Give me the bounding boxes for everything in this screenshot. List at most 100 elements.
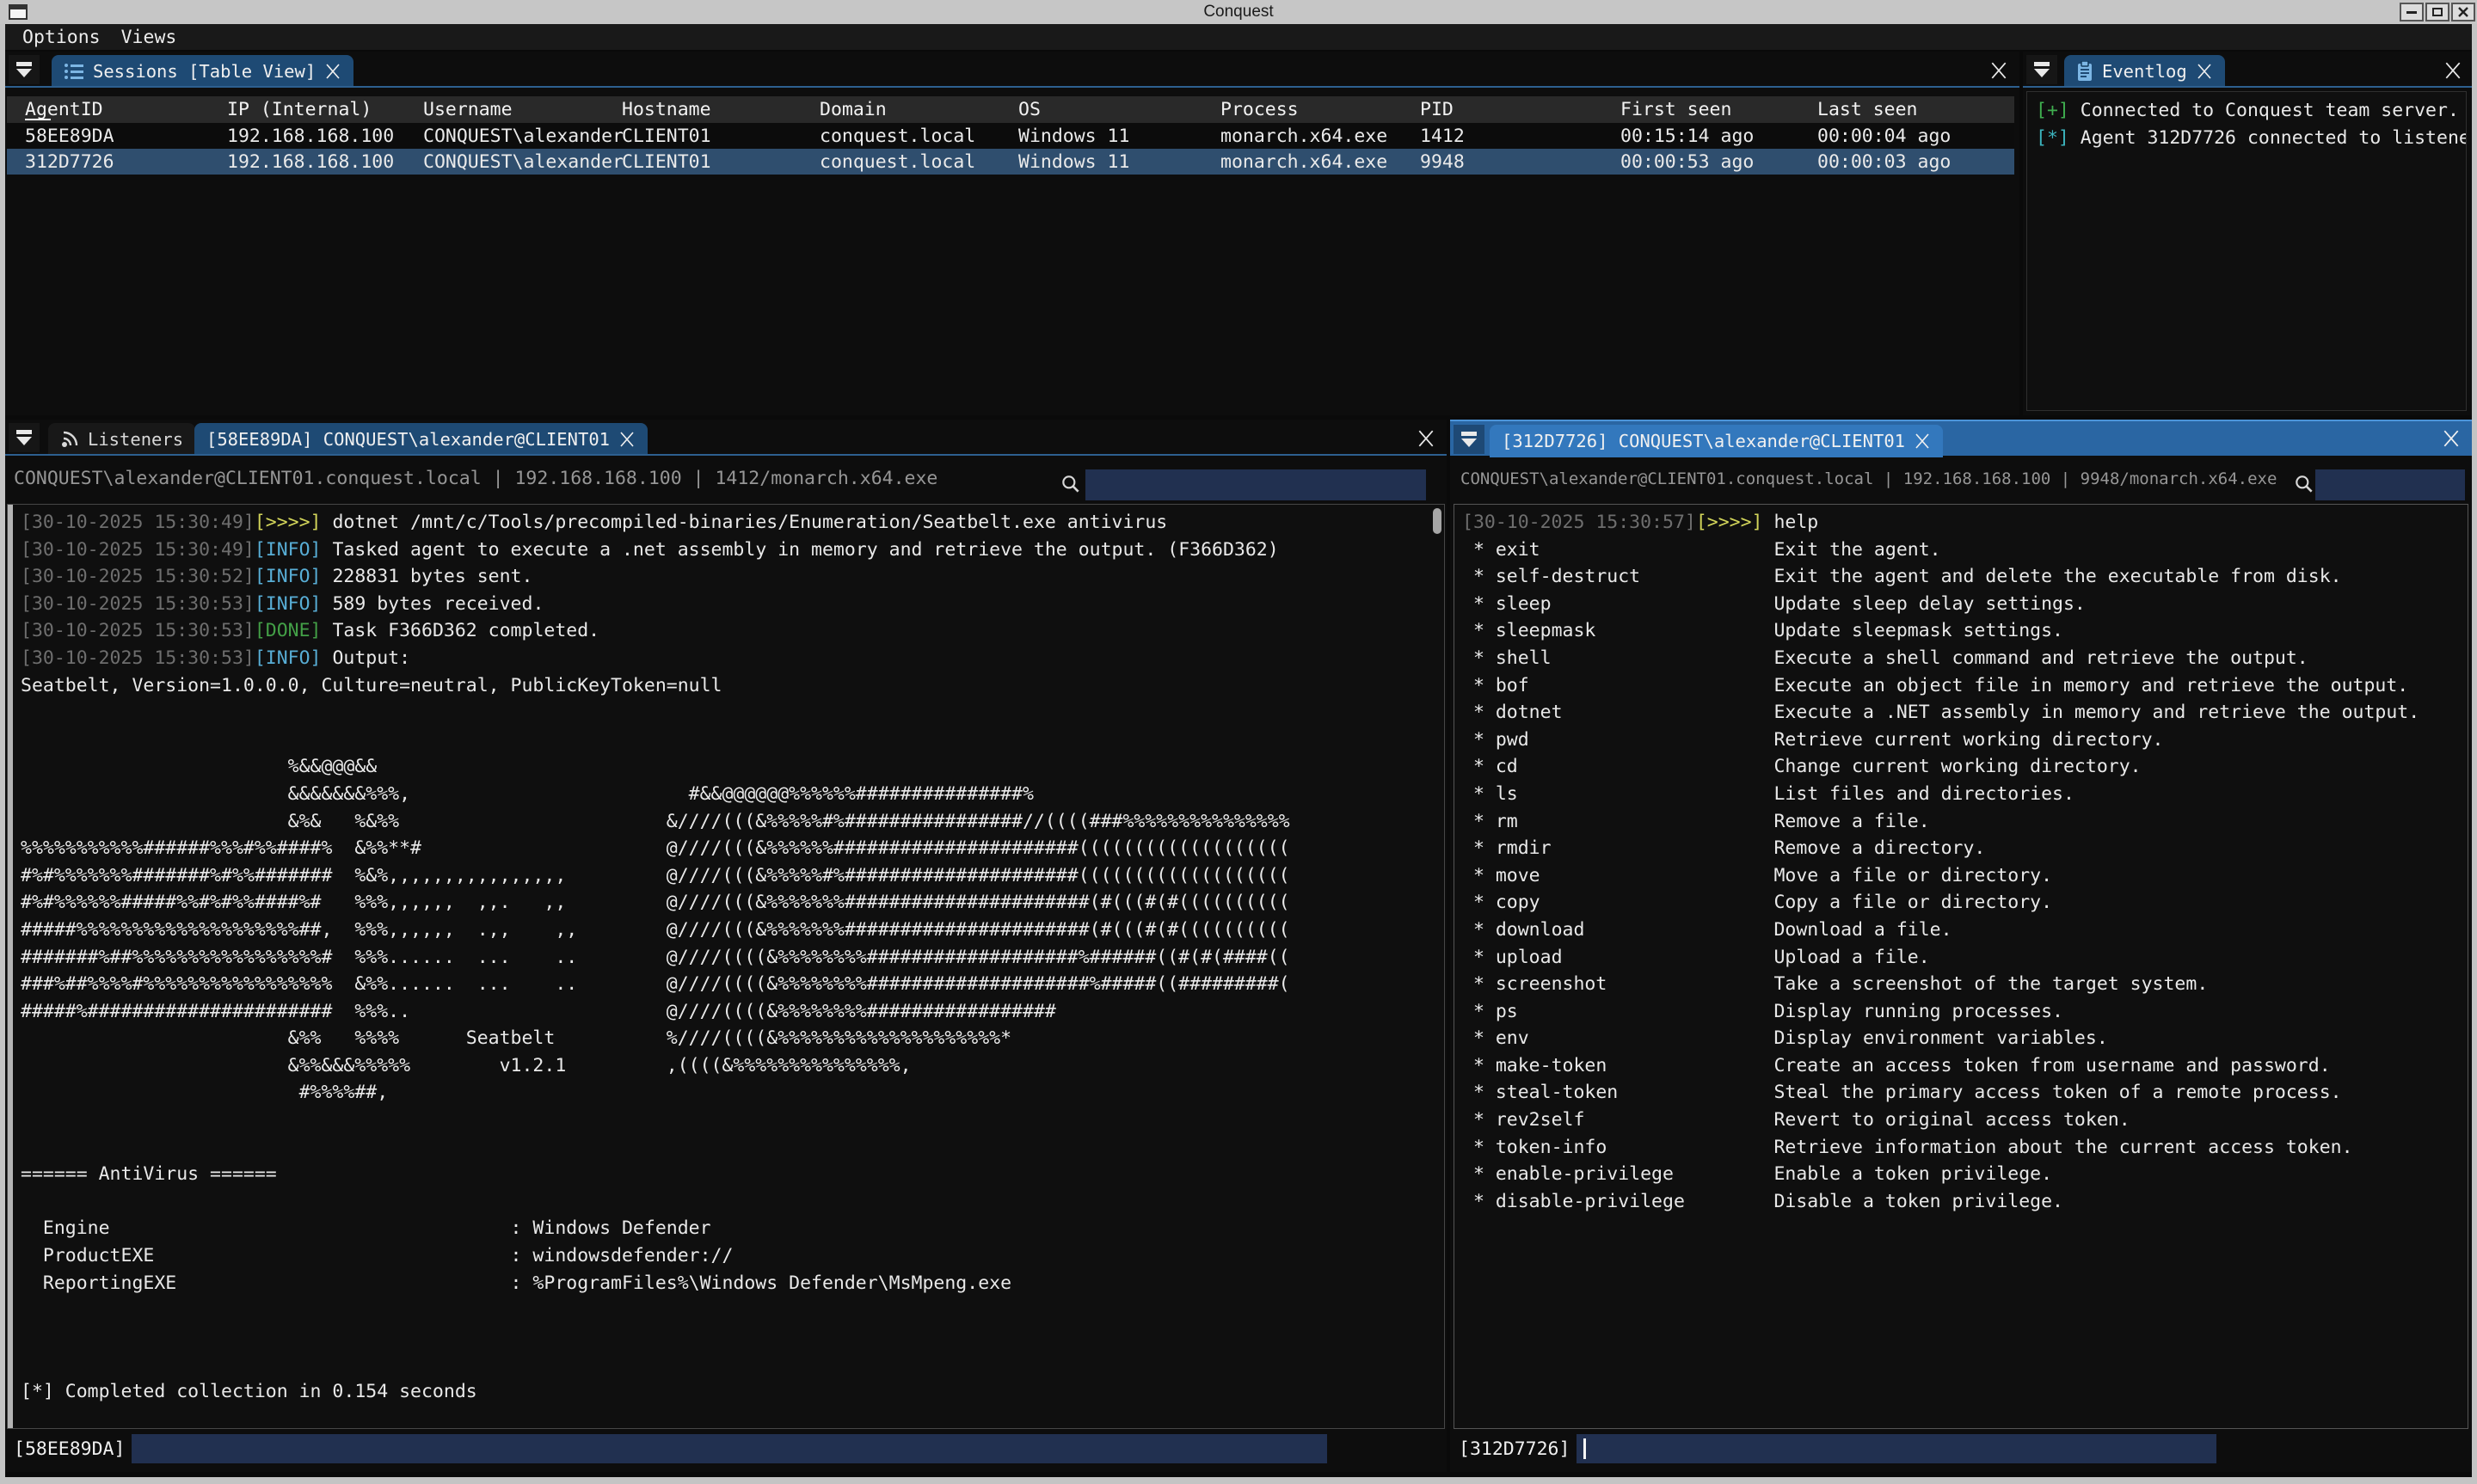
- chevron-down-icon: [16, 69, 32, 77]
- command-description: Update sleep delay settings.: [1773, 593, 2085, 615]
- close-eventlog-pane-icon[interactable]: [2443, 60, 2463, 81]
- tab-list-dropdown-button[interactable]: [9, 55, 40, 84]
- help-command-line: * sleepmaskUpdate sleepmask settings.: [1462, 617, 2462, 645]
- console-output: [30-10-2025 15:30:49][>>>>] dotnet /mnt/…: [7, 504, 1445, 1429]
- column-header[interactable]: IP (Internal): [209, 99, 405, 120]
- tab-eventlog[interactable]: Eventlog: [2064, 55, 2225, 88]
- close-sessions-pane-icon[interactable]: [1988, 60, 2009, 81]
- column-header[interactable]: Last seen: [1799, 99, 2014, 120]
- cell-username: CONQUEST\alexander: [405, 151, 604, 173]
- tab-label: [312D7726] CONQUEST\alexander@CLIENT01: [1502, 431, 1905, 451]
- close-console-pane-icon[interactable]: [2441, 428, 2462, 449]
- search-input[interactable]: [1085, 469, 1426, 500]
- tab-listeners[interactable]: Listeners: [48, 423, 195, 456]
- command-description: Take a screenshot of the target system.: [1773, 973, 2208, 995]
- command-description: Remove a directory.: [1773, 837, 1985, 859]
- command-name: move: [1496, 862, 1774, 890]
- search-icon[interactable]: [1060, 473, 1082, 495]
- command-description: Execute a .NET assembly in memory and re…: [1773, 702, 2419, 723]
- command-name: upload: [1496, 944, 1774, 972]
- command-description: Update sleepmask settings.: [1773, 620, 2063, 641]
- command-description: Change current working directory.: [1773, 756, 2141, 777]
- menu-item[interactable]: Views: [111, 27, 187, 48]
- cell-process: monarch.x64.exe: [1202, 126, 1402, 147]
- tab-sessions-table-view[interactable]: Sessions [Table View]: [52, 55, 353, 88]
- tab-agent-312D7726[interactable]: [312D7726] CONQUEST\alexander@CLIENT01: [1490, 425, 1943, 457]
- command-name: env: [1496, 1025, 1774, 1052]
- tab-label: Sessions [Table View]: [93, 61, 316, 82]
- list-icon: [64, 62, 84, 81]
- command-description: Steal the primary access token of a remo…: [1773, 1082, 2341, 1103]
- tab-list-dropdown-button[interactable]: [1454, 425, 1484, 454]
- tab-agent-58EE89DA[interactable]: [58EE89DA] CONQUEST\alexander@CLIENT01: [194, 423, 648, 456]
- help-command-line: * token-infoRetrieve information about t…: [1462, 1134, 2462, 1162]
- help-command-line: * cdChange current working directory.: [1462, 753, 2462, 781]
- maximize-button[interactable]: [2425, 3, 2449, 21]
- window-title: Conquest: [0, 3, 2477, 21]
- cell-pid: 1412: [1402, 126, 1602, 147]
- command-input[interactable]: [132, 1434, 1327, 1463]
- column-header[interactable]: AgentID: [7, 99, 209, 120]
- log-line: [30-10-2025 15:30:49][INFO] Tasked agent…: [21, 537, 1439, 564]
- table-row[interactable]: 312D7726 192.168.168.100 CONQUEST\alexan…: [7, 149, 2014, 175]
- help-command-line: * exitExit the agent.: [1462, 537, 2462, 564]
- cell-last-seen: 00:00:04 ago: [1799, 126, 2014, 147]
- command-description: Revert to original access token.: [1773, 1109, 2130, 1131]
- search-input[interactable]: [2315, 469, 2465, 500]
- menu-item[interactable]: Options: [12, 27, 111, 48]
- minimize-button[interactable]: [2400, 3, 2424, 21]
- tab-label: Listeners: [88, 429, 183, 450]
- command-name: make-token: [1496, 1052, 1774, 1080]
- command-description: List files and directories.: [1773, 783, 2074, 805]
- dropdown-bar-icon: [2034, 62, 2050, 66]
- column-header[interactable]: PID: [1402, 99, 1602, 120]
- console-left-tabbar: Listeners [58EE89DA] CONQUEST\alexander@…: [5, 420, 1447, 456]
- tab-close-icon[interactable]: [324, 63, 341, 80]
- text-cursor: [1583, 1438, 1586, 1459]
- help-command-line: * rmdirRemove a directory.: [1462, 835, 2462, 862]
- tab-close-icon[interactable]: [1914, 432, 1931, 450]
- log-line: [30-10-2025 15:30:49][>>>>] dotnet /mnt/…: [21, 509, 1439, 537]
- tab-close-icon[interactable]: [2196, 63, 2213, 80]
- column-header[interactable]: Process: [1202, 99, 1402, 120]
- command-description: Move a file or directory.: [1773, 865, 2052, 886]
- command-name: token-info: [1496, 1134, 1774, 1162]
- close-button[interactable]: [2451, 3, 2475, 21]
- command-name: screenshot: [1496, 971, 1774, 998]
- tabbar-underline: [5, 454, 1447, 456]
- command-description: Copy a file or directory.: [1773, 892, 2052, 913]
- command-description: Upload a file.: [1773, 947, 1929, 968]
- search-icon[interactable]: [2293, 473, 2315, 495]
- help-command-line: * enable-privilegeEnable a token privile…: [1462, 1161, 2462, 1188]
- eventlog-line: [*] Agent 312D7726 connected to listener: [2036, 125, 2457, 152]
- column-header[interactable]: OS: [1000, 99, 1202, 120]
- tabbar-underline: [2023, 86, 2472, 88]
- cell-first-seen: 00:00:53 ago: [1602, 151, 1799, 173]
- titlebar[interactable]: Conquest: [0, 0, 2477, 24]
- tab-list-dropdown-button[interactable]: [2026, 55, 2057, 84]
- command-name: steal-token: [1496, 1079, 1774, 1107]
- help-command-line: * downloadDownload a file.: [1462, 917, 2462, 944]
- command-name: download: [1496, 917, 1774, 944]
- command-input[interactable]: [1577, 1434, 2216, 1463]
- eventlog-pane: Eventlog [+] Connected to Conquest team …: [2023, 52, 2472, 415]
- tab-list-dropdown-button[interactable]: [9, 423, 40, 452]
- column-header[interactable]: First seen: [1602, 99, 1799, 120]
- scrollbar-thumb[interactable]: [1433, 508, 1441, 534]
- command-description: Exit the agent and delete the executable…: [1773, 566, 2341, 587]
- log-line: [30-10-2025 15:30:53][DONE] Task F366D36…: [21, 617, 1439, 645]
- table-row[interactable]: 58EE89DA 192.168.168.100 CONQUEST\alexan…: [7, 123, 2014, 149]
- agent-console-pane-312D7726: [312D7726] CONQUEST\alexander@CLIENT01 C…: [1450, 420, 2472, 1472]
- console-right-tabbar: [312D7726] CONQUEST\alexander@CLIENT01: [1450, 420, 2472, 456]
- column-header[interactable]: Hostname: [604, 99, 802, 120]
- command-name: rm: [1496, 808, 1774, 836]
- column-header[interactable]: Username: [405, 99, 604, 120]
- column-header[interactable]: Domain: [802, 99, 1000, 120]
- help-command-line: * self-destructExit the agent and delete…: [1462, 563, 2462, 591]
- close-console-pane-icon[interactable]: [1416, 428, 1436, 449]
- log-line: [30-10-2025 15:30:52][INFO] 228831 bytes…: [21, 563, 1439, 591]
- log-line: [30-10-2025 15:30:53][INFO] Output:: [21, 645, 1439, 672]
- cell-agent-id: 58EE89DA: [7, 126, 209, 147]
- help-command-line: * make-tokenCreate an access token from …: [1462, 1052, 2462, 1080]
- tab-close-icon[interactable]: [618, 431, 636, 448]
